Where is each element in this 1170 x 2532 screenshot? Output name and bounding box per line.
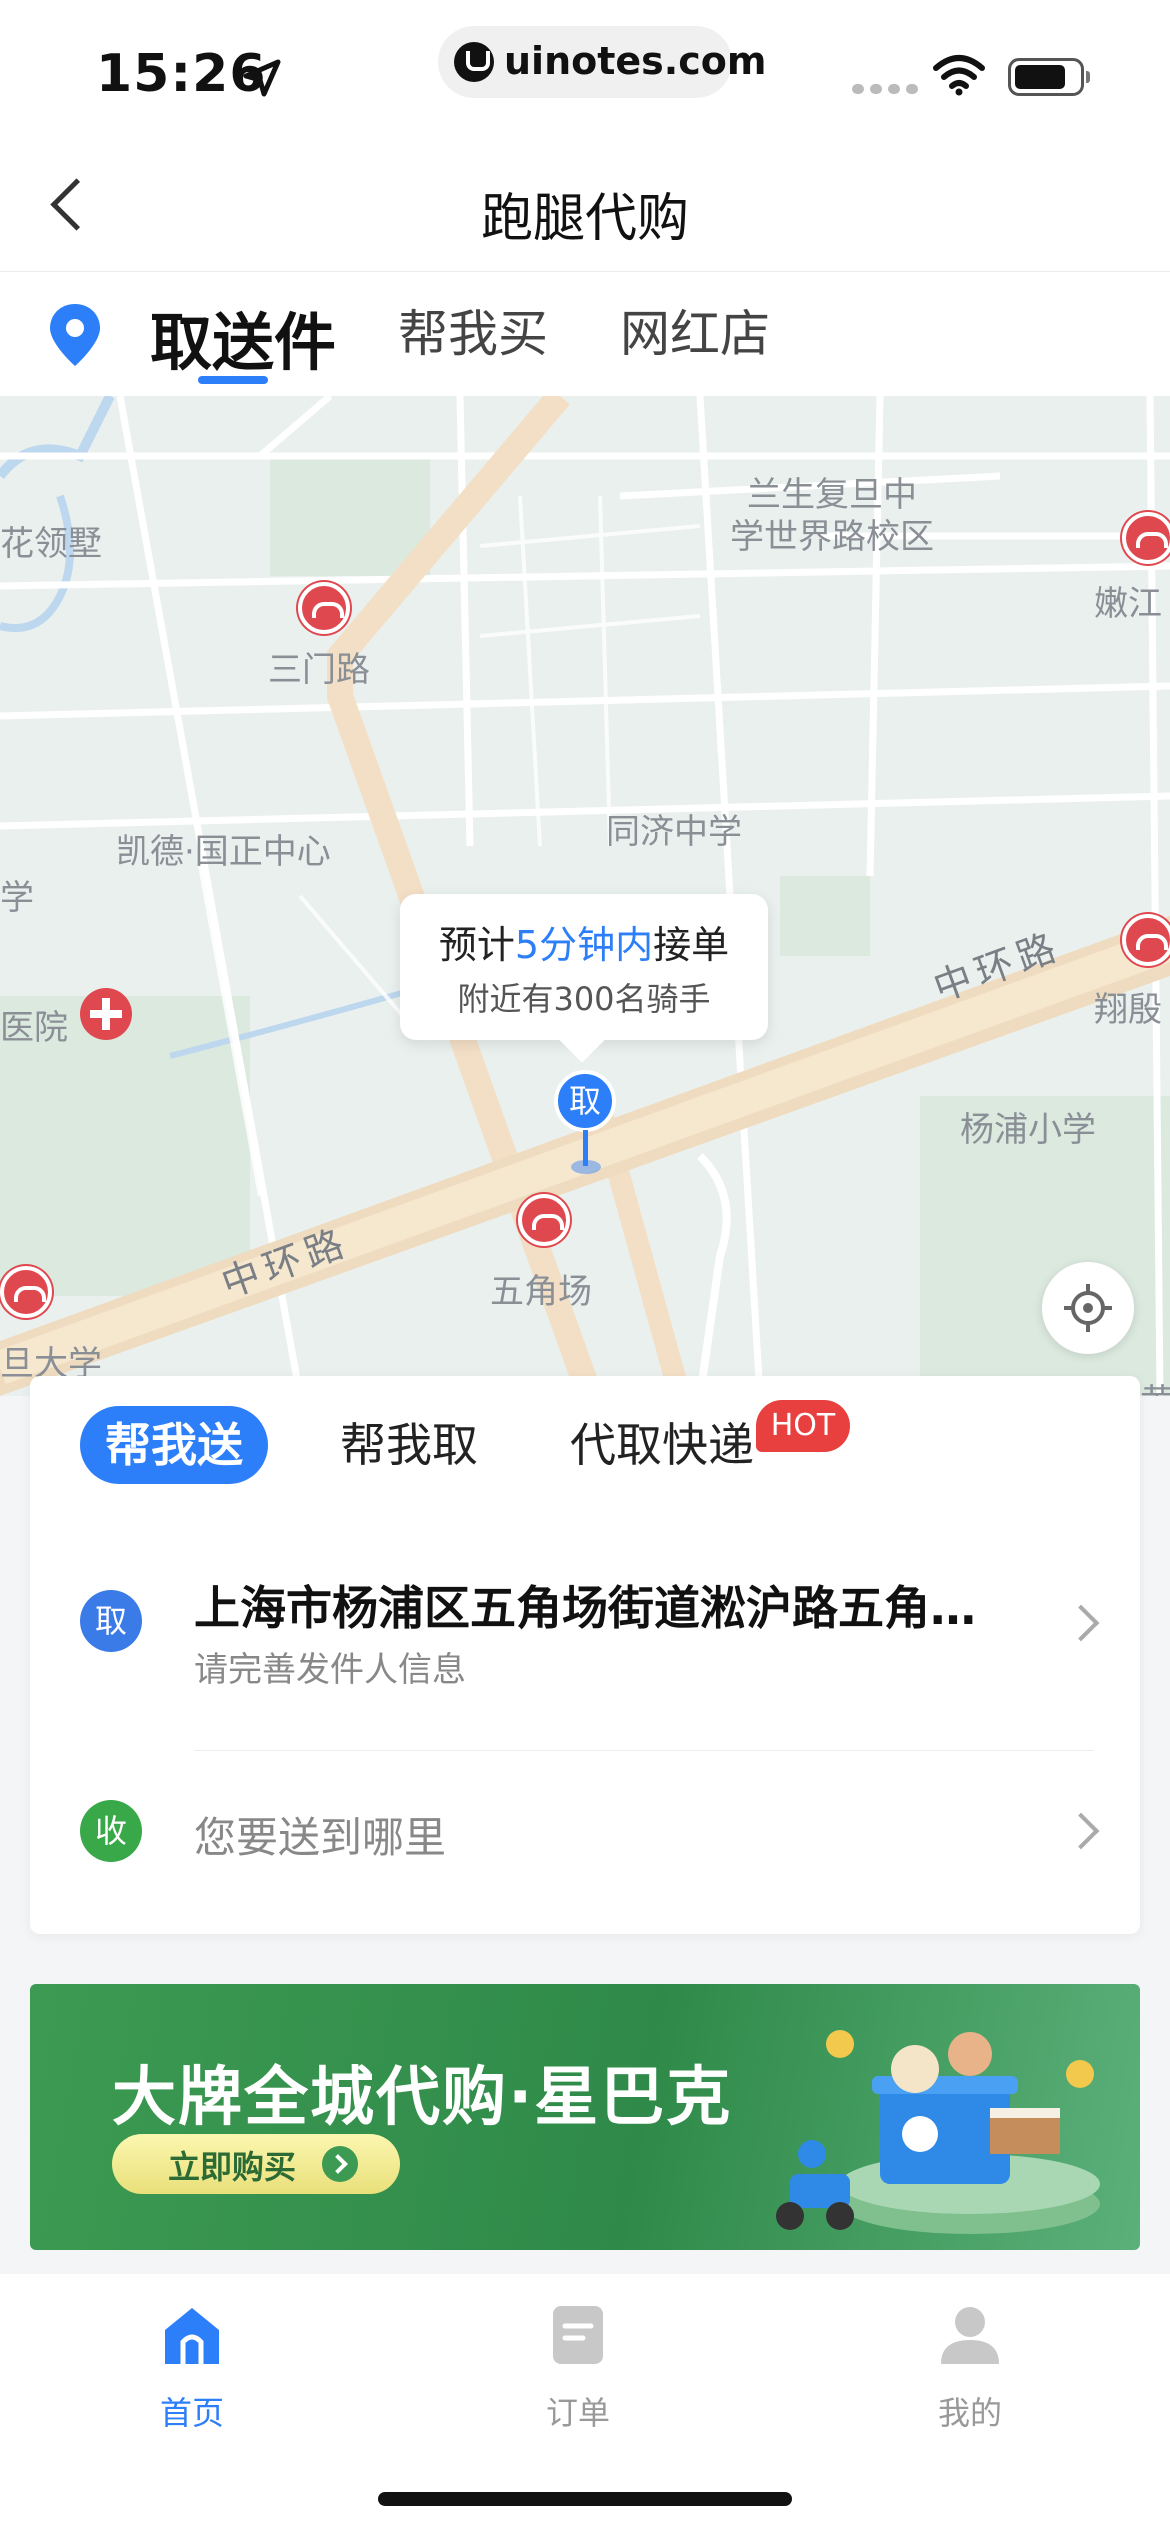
tab-profile[interactable]: 我的 xyxy=(870,2302,1070,2434)
chevron-right-icon xyxy=(1062,1604,1100,1642)
courier-shopping-illustration xyxy=(776,2030,1100,2234)
tab-pickup-delivery[interactable]: 取送件 xyxy=(150,292,336,382)
buy-now-button[interactable]: 立即购买 xyxy=(112,2134,400,2194)
chevron-right-icon xyxy=(1062,1812,1100,1850)
pickup-hint: 请完善发件人信息 xyxy=(194,1650,466,1690)
promo-banner[interactable]: 大牌全城代购·星巴克 立即购买 xyxy=(30,1984,1140,2250)
map-label-huang: 黄兴 xyxy=(1140,1374,1170,1396)
home-indicator[interactable] xyxy=(378,2492,792,2506)
orders-icon xyxy=(553,2306,603,2364)
map-label-lansheng: 兰生复旦中 学世界路校区 xyxy=(730,475,934,557)
divider xyxy=(194,1750,1094,1751)
map-label-hospital: 医院 xyxy=(0,1008,68,1048)
hot-badge: HOT xyxy=(756,1400,850,1452)
locate-me-button[interactable] xyxy=(1042,1262,1134,1354)
crosshair-icon xyxy=(1064,1284,1112,1332)
metro-station-icon xyxy=(1122,512,1170,564)
category-tabs: 取送件 帮我买 网红店 xyxy=(0,272,1170,396)
arrow-right-icon xyxy=(322,2146,358,2182)
map-label-xue: 学 xyxy=(0,878,34,918)
location-pin-icon xyxy=(50,304,100,366)
map-label-xiangyin: 翔殷 xyxy=(1094,990,1162,1030)
url-pill[interactable]: uinotes.com xyxy=(438,26,766,98)
tab-active-indicator xyxy=(198,376,268,384)
tab-profile-label: 我的 xyxy=(937,2394,1002,2432)
map-label-tongji: 同济中学 xyxy=(606,812,742,852)
nav-bar: 跑腿代购 xyxy=(0,140,1170,272)
map-label-nenjiang: 嫩江 xyxy=(1094,584,1162,624)
map-label-wujiaochang: 五角场 xyxy=(490,1272,592,1312)
delivery-badge: 收 xyxy=(80,1800,142,1862)
tab-orders-label: 订单 xyxy=(545,2394,610,2432)
map[interactable]: 兰生复旦中 学世界路校区 嫩江 花领墅 三门路 凯德·国正中心 同济中学 学 医… xyxy=(0,396,1170,1396)
metro-station-icon xyxy=(0,1266,52,1318)
order-card: 帮我送 帮我取 代取快递 HOT 取 上海市杨浦区五角场街道淞沪路五角… 请完善… xyxy=(30,1376,1140,1934)
profile-icon xyxy=(941,2307,999,2364)
delivery-address-placeholder: 您要送到哪里 xyxy=(194,1813,447,1862)
status-bar: 15:26 uinotes.com xyxy=(0,0,1170,140)
tab-home-label: 首页 xyxy=(159,2394,224,2432)
pickup-badge: 取 xyxy=(80,1590,142,1652)
tab-trendy-stores[interactable]: 网红店 xyxy=(620,294,770,366)
metro-station-icon xyxy=(298,582,350,634)
battery-icon xyxy=(1008,58,1090,96)
wifi-icon xyxy=(933,55,985,96)
map-label-sanmenlu: 三门路 xyxy=(268,650,370,690)
map-label-yangpu-school: 杨浦小学 xyxy=(960,1110,1096,1150)
tab-home[interactable]: 首页 xyxy=(92,2302,292,2434)
home-icon xyxy=(165,2308,219,2364)
hospital-icon xyxy=(80,988,132,1040)
cellular-signal-icon xyxy=(852,84,918,94)
pickup-address: 上海市杨浦区五角场街道淞沪路五角… xyxy=(194,1581,976,1635)
service-tab-pick-up-for-me[interactable]: 帮我取 xyxy=(340,1406,478,1484)
page-title: 跑腿代购 xyxy=(480,189,689,249)
map-label-lingshu: 花领墅 xyxy=(0,524,102,564)
riders-nearby-text: 附近有300名骑手 xyxy=(457,980,711,1018)
tab-orders[interactable]: 订单 xyxy=(478,2302,678,2434)
site-logo-icon xyxy=(454,42,494,82)
pickup-address-row[interactable]: 取 上海市杨浦区五角场街道淞沪路五角… 请完善发件人信息 xyxy=(30,1572,1140,1690)
url-text: uinotes.com xyxy=(504,39,767,83)
map-label-kaide: 凯德·国正中心 xyxy=(116,832,331,872)
tab-buy-for-me[interactable]: 帮我买 xyxy=(398,294,548,366)
location-arrow-icon xyxy=(243,59,281,97)
banner-title: 大牌全城代购·星巴克 xyxy=(112,2061,733,2135)
pickup-map-pin[interactable]: 取 xyxy=(554,1070,616,1132)
delivery-address-row[interactable]: 收 您要送到哪里 xyxy=(30,1786,1140,1876)
buy-now-label: 立即购买 xyxy=(168,2148,297,2186)
service-tab-express-pickup[interactable]: 代取快递 xyxy=(570,1406,754,1484)
eta-text: 预计5分钟内接单 xyxy=(438,923,730,967)
pin-shadow xyxy=(571,1160,601,1174)
metro-station-icon xyxy=(518,1194,570,1246)
metro-station-icon xyxy=(1122,914,1170,966)
eta-tooltip: 预计5分钟内接单 附近有300名骑手 xyxy=(400,894,768,1040)
service-tab-send-for-me[interactable]: 帮我送 xyxy=(80,1406,268,1484)
